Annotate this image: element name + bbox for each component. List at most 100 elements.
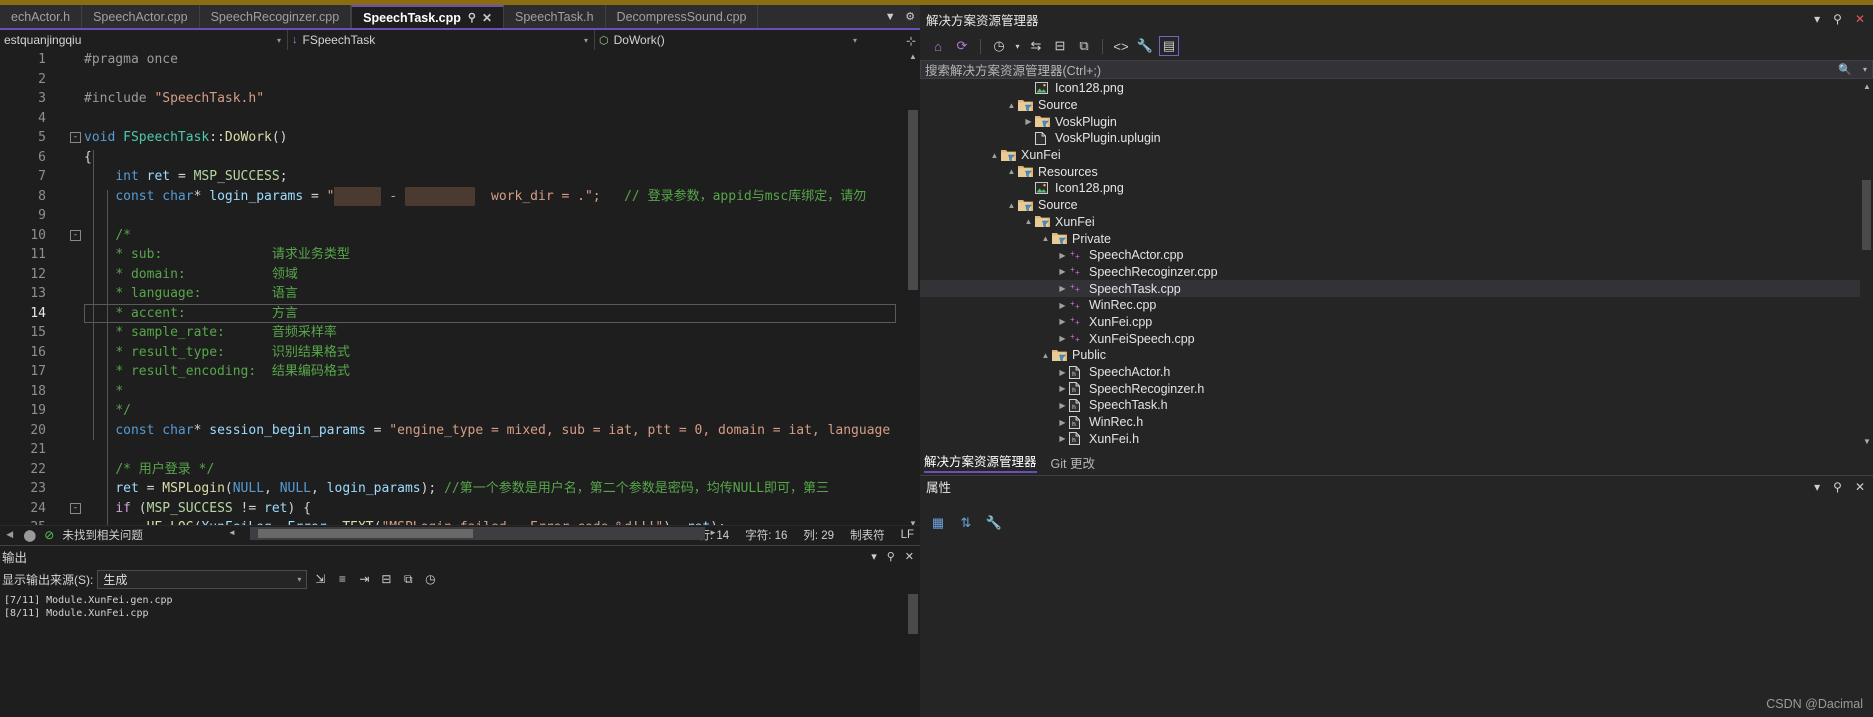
nav-stop-icon[interactable]: ⬤ <box>23 528 36 542</box>
output-clear-icon[interactable]: ⇲ <box>311 572 329 586</box>
tree-item[interactable]: ▲Public <box>920 347 1860 364</box>
solution-explorer-close-icon[interactable]: ✕ <box>1855 12 1865 26</box>
output-list-icon[interactable]: ⊟ <box>377 572 395 586</box>
code-line[interactable]: 12 * domain: 领域 <box>0 265 920 285</box>
code-line[interactable]: 3#include "SpeechTask.h" <box>0 89 920 109</box>
expand-collapse-open-icon[interactable]: ▲ <box>1005 201 1018 210</box>
new-folder-icon[interactable]: ⧉ <box>1074 36 1094 56</box>
code-line[interactable]: 9 <box>0 206 920 226</box>
tab-pin-icon[interactable]: ⚲ <box>468 11 476 24</box>
home-icon[interactable]: ⌂ <box>928 36 948 56</box>
tree-item[interactable]: Icon128.png <box>920 80 1860 97</box>
expand-collapse-closed-icon[interactable]: ▶ <box>1056 418 1069 427</box>
code-fold-toggle-icon[interactable]: - <box>70 503 81 514</box>
categorized-view-icon[interactable]: ▦ <box>928 513 948 533</box>
expand-collapse-closed-icon[interactable]: ▶ <box>1056 368 1069 377</box>
tree-item[interactable]: ▲Private <box>920 230 1860 247</box>
code-line[interactable]: 1#pragma once <box>0 50 920 70</box>
tree-item[interactable]: ▶VoskPlugin <box>920 113 1860 130</box>
output-panel-close-icon[interactable]: ✕ <box>905 550 914 563</box>
output-panel-pin-icon[interactable]: ⚲ <box>887 550 895 563</box>
expand-collapse-closed-icon[interactable]: ▶ <box>1056 334 1069 343</box>
code-editor-surface[interactable]: 1#pragma once23#include "SpeechTask.h"45… <box>0 50 920 530</box>
properties-page-wrench-icon[interactable]: 🔧 <box>984 513 1004 533</box>
code-line[interactable]: 20 const char* session_begin_params = "e… <box>0 421 920 441</box>
code-line[interactable]: 11 * sub: 请求业务类型 <box>0 245 920 265</box>
expand-collapse-closed-icon[interactable]: ▶ <box>1056 384 1069 393</box>
view-code-icon[interactable]: <> <box>1111 36 1131 56</box>
editor-tab[interactable]: SpeechActor.cpp <box>82 5 200 28</box>
chevron-down-icon[interactable]: ▾ <box>1013 36 1022 56</box>
code-line[interactable]: 15 * sample_rate: 音频采样率 <box>0 323 920 343</box>
editor-vertical-scrollbar[interactable]: ▲ ▼ <box>906 50 920 530</box>
output-copy-icon[interactable]: ⧉ <box>399 572 417 587</box>
collapse-all-icon[interactable]: ⊟ <box>1050 36 1070 56</box>
tree-item[interactable]: ▶hSpeechActor.h <box>920 364 1860 381</box>
alphabetical-sort-icon[interactable]: ⇅ <box>956 513 976 533</box>
output-vertical-scrollbar[interactable] <box>906 592 920 717</box>
editor-scrollbar-thumb[interactable] <box>908 110 918 290</box>
solution-explorer-pin-icon[interactable]: ⚲ <box>1833 12 1842 26</box>
hscroll-right-arrow-icon[interactable]: ► <box>709 528 717 537</box>
tree-item[interactable]: ▶++SpeechRecoginzer.cpp <box>920 264 1860 281</box>
hscroll-left-arrow-icon[interactable]: ◄ <box>228 528 236 537</box>
output-scrollbar-thumb[interactable] <box>908 594 918 634</box>
code-line[interactable]: 4 <box>0 109 920 129</box>
panel-tab[interactable]: Git 更改 <box>1051 453 1095 472</box>
tree-item[interactable]: Icon128.png <box>920 180 1860 197</box>
output-history-icon[interactable]: ◷ <box>421 572 439 586</box>
refresh-icon[interactable]: ⟳ <box>952 36 972 56</box>
code-line[interactable]: 24- if (MSP_SUCCESS != ret) { <box>0 499 920 519</box>
solution-explorer-scrollbar-thumb[interactable] <box>1862 180 1871 250</box>
expand-collapse-closed-icon[interactable]: ▶ <box>1056 284 1069 293</box>
editor-tab[interactable]: SpeechRecoginzer.cpp <box>200 5 352 28</box>
tree-item[interactable]: ▶++XunFei.cpp <box>920 314 1860 331</box>
properties-menu-icon[interactable]: ▾ <box>1814 480 1820 494</box>
output-wordwrap-icon[interactable]: ≡ <box>333 572 351 586</box>
tree-item[interactable]: VoskPlugin.uplugin <box>920 130 1860 147</box>
code-line[interactable]: 19 */ <box>0 401 920 421</box>
tree-item[interactable]: ▶++XunFeiSpeech.cpp <box>920 330 1860 347</box>
code-line[interactable]: 17 * result_encoding: 结果编码格式 <box>0 362 920 382</box>
tab-settings-gear-icon[interactable]: ⚙ <box>905 10 915 23</box>
tree-item[interactable]: ▲Resources <box>920 163 1860 180</box>
pending-changes-icon[interactable]: ◷ <box>989 36 1009 56</box>
code-line[interactable]: 2 <box>0 70 920 90</box>
expand-collapse-open-icon[interactable]: ▲ <box>1005 101 1018 110</box>
tree-item[interactable]: ▶hWinRec.h <box>920 414 1860 431</box>
code-line[interactable]: 6{ <box>0 148 920 168</box>
expand-collapse-closed-icon[interactable]: ▶ <box>1056 317 1069 326</box>
output-source-select[interactable]: 生成 ▾ <box>97 570 307 589</box>
tree-item[interactable]: ▲XunFei <box>920 214 1860 231</box>
properties-wrench-icon[interactable]: 🔧 <box>1135 36 1155 56</box>
code-line[interactable]: 5-void FSpeechTask::DoWork() <box>0 128 920 148</box>
expand-collapse-open-icon[interactable]: ▲ <box>1022 217 1035 226</box>
expand-collapse-closed-icon[interactable]: ▶ <box>1056 251 1069 260</box>
navbar-class-dropdown[interactable]: ↓ FSpeechTask ▾ <box>288 30 595 50</box>
output-panel-menu-icon[interactable]: ▾ <box>871 550 877 563</box>
code-line[interactable]: 8 const char* login_params = "XXXXXX - X… <box>0 187 920 207</box>
expand-collapse-open-icon[interactable]: ▲ <box>1039 234 1052 243</box>
tree-item[interactable]: ▶hXunFei.h <box>920 430 1860 447</box>
editor-tab[interactable]: echActor.h <box>0 5 82 28</box>
tree-item-selected[interactable]: ▶++SpeechTask.cpp <box>920 280 1860 297</box>
code-line[interactable]: 16 * result_type: 识别结果格式 <box>0 343 920 363</box>
tree-item[interactable]: ▶++WinRec.cpp <box>920 297 1860 314</box>
solution-explorer-search-input[interactable]: 搜索解决方案资源管理器(Ctrl+;) 🔍 ▾ <box>920 60 1873 79</box>
expand-collapse-closed-icon[interactable]: ▶ <box>1056 401 1069 410</box>
navbar-project-dropdown[interactable]: estquanjingqiu ▾ <box>0 30 288 50</box>
scroll-down-arrow-icon[interactable]: ▼ <box>1863 437 1871 446</box>
code-line[interactable]: 23 ret = MSPLogin(NULL, NULL, login_para… <box>0 479 920 499</box>
tree-item[interactable]: ▲XunFei <box>920 147 1860 164</box>
tree-item[interactable]: ▶hSpeechTask.h <box>920 397 1860 414</box>
editor-tab[interactable]: DecompressSound.cpp <box>606 5 759 28</box>
code-line[interactable]: 13 * language: 语言 <box>0 284 920 304</box>
code-line[interactable]: 7 int ret = MSP_SUCCESS; <box>0 167 920 187</box>
expand-collapse-closed-icon[interactable]: ▶ <box>1022 117 1035 126</box>
tree-item[interactable]: ▶hSpeechRecoginzer.h <box>920 380 1860 397</box>
editor-tab[interactable]: SpeechTask.cpp⚲✕ <box>351 5 504 28</box>
chevron-down-icon[interactable]: ▾ <box>1863 65 1867 74</box>
nav-back-icon[interactable]: ◄ <box>4 529 15 541</box>
editor-tab[interactable]: SpeechTask.h <box>504 5 606 28</box>
output-goto-icon[interactable]: ⇥ <box>355 572 373 586</box>
